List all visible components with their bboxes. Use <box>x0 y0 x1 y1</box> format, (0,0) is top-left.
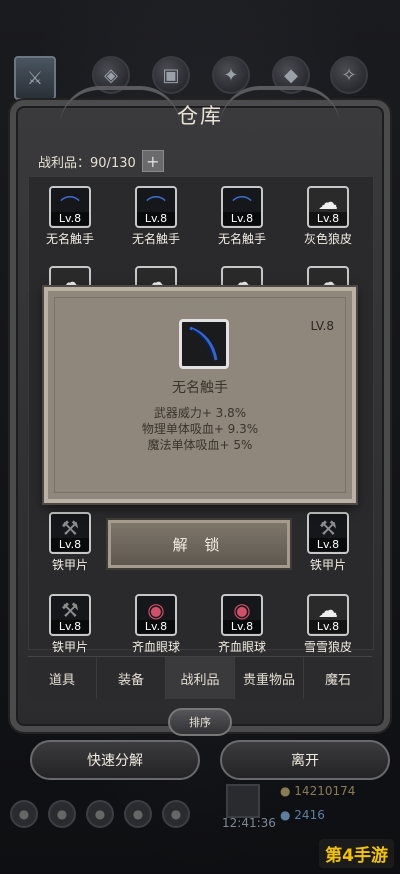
unlock-button[interactable]: 解 锁 <box>108 520 290 568</box>
armor-shard-icon: ⚒ <box>61 598 79 622</box>
panel-title: 仓库 <box>177 104 223 128</box>
armor-shard-icon: ⚒ <box>319 516 337 540</box>
count-label: 战利品：90/130 <box>38 155 136 171</box>
hud-gold: ● 14210174 <box>280 784 356 798</box>
grid-item[interactable]: ☁ Lv.8 灰色狼皮 <box>298 186 358 247</box>
grid-item[interactable]: ⚒ Lv.8 铁甲片 <box>40 512 100 573</box>
tab-magic-stones[interactable]: 魔石 <box>304 657 372 699</box>
tab-loot[interactable]: 战利品 <box>166 657 235 699</box>
gem-icon: ◆ <box>284 64 298 86</box>
inventory-tabs: 道具 装备 战利品 贵重物品 魔石 <box>28 656 372 699</box>
hud-gems: ● 2416 <box>280 808 325 822</box>
weapon-icon: ✧ <box>341 64 357 86</box>
grid-item[interactable]: ⚒ Lv.8 铁甲片 <box>298 512 358 573</box>
category-tab-equipment[interactable]: ⚔ <box>14 56 56 100</box>
circle-icon: ● <box>132 807 144 821</box>
stat-line: 武器威力+ 3.8% <box>153 406 247 420</box>
hud-button[interactable]: ● <box>48 800 76 828</box>
category-tab-chest[interactable]: ▣ <box>152 56 190 94</box>
grid-item[interactable]: ⌒ Lv.8 无名触手 <box>212 186 272 247</box>
eyeball-icon: ◉ <box>147 598 165 622</box>
expand-capacity-button[interactable]: + <box>141 150 164 172</box>
grid-item[interactable]: ☁ Lv.8 雪雪狼皮 <box>298 594 358 655</box>
chest-icon: ▣ <box>162 64 180 86</box>
wolf-pelt-icon: ☁ <box>318 598 338 622</box>
stat-line: 物理单体吸血+ 9.3% <box>141 422 259 436</box>
eyeball-icon: ◉ <box>233 598 251 622</box>
armor-shard-icon: ⚒ <box>61 516 79 540</box>
tentacle-icon <box>179 319 229 369</box>
watermark-logo: 第4手游 <box>319 839 394 868</box>
circle-icon: ● <box>18 807 30 821</box>
tooltip-stats: 武器威力+ 3.8% 物理单体吸血+ 9.3% 魔法单体吸血+ 5% <box>48 405 352 453</box>
sort-button[interactable]: 排序 <box>168 708 232 736</box>
hud-button[interactable]: ● <box>86 800 114 828</box>
tab-valuables[interactable]: 贵重物品 <box>235 657 304 699</box>
grid-item[interactable]: ⌒ Lv.8 无名触手 <box>40 186 100 247</box>
wolf-pelt-icon: ☁ <box>318 190 338 214</box>
tooltip-level: LV.8 <box>310 319 334 333</box>
circle-icon: ● <box>94 807 106 821</box>
chest-icon[interactable] <box>226 784 260 818</box>
gem-icon: ● <box>280 808 295 822</box>
bag-icon: ◈ <box>104 64 118 86</box>
tab-items[interactable]: 道具 <box>28 657 97 699</box>
leave-button[interactable]: 离开 <box>220 740 390 780</box>
grid-item[interactable]: ◉ Lv.8 齐血眼球 <box>126 594 186 655</box>
tooltip-item-name: 无名触手 <box>172 380 228 396</box>
stat-line: 魔法单体吸血+ 5% <box>147 438 253 452</box>
grid-item[interactable]: ⌒ Lv.8 无名触手 <box>126 186 186 247</box>
hud-button[interactable]: ● <box>10 800 38 828</box>
grid-item[interactable]: ⚒ Lv.8 铁甲片 <box>40 594 100 655</box>
gold-icon: ● <box>280 784 295 798</box>
hud-button[interactable]: ● <box>124 800 152 828</box>
grid-item[interactable]: ◉ Lv.8 齐血眼球 <box>212 594 272 655</box>
tab-equipment[interactable]: 装备 <box>97 657 166 699</box>
circle-icon: ● <box>170 807 182 821</box>
quick-dismantle-button[interactable]: 快速分解 <box>30 740 200 780</box>
item-tooltip: LV.8 无名触手 武器威力+ 3.8% 物理单体吸血+ 9.3% 魔法单体吸血… <box>44 287 356 503</box>
circle-icon: ● <box>56 807 68 821</box>
hud-time: 12:41:36 <box>222 816 276 830</box>
category-tab-weapon[interactable]: ✧ <box>330 56 368 94</box>
tool-icon: ✦ <box>223 64 239 86</box>
inventory-count: 战利品：90/130 + <box>38 150 164 172</box>
hud-button[interactable]: ● <box>162 800 190 828</box>
sword-icon: ⚔ <box>26 67 44 89</box>
